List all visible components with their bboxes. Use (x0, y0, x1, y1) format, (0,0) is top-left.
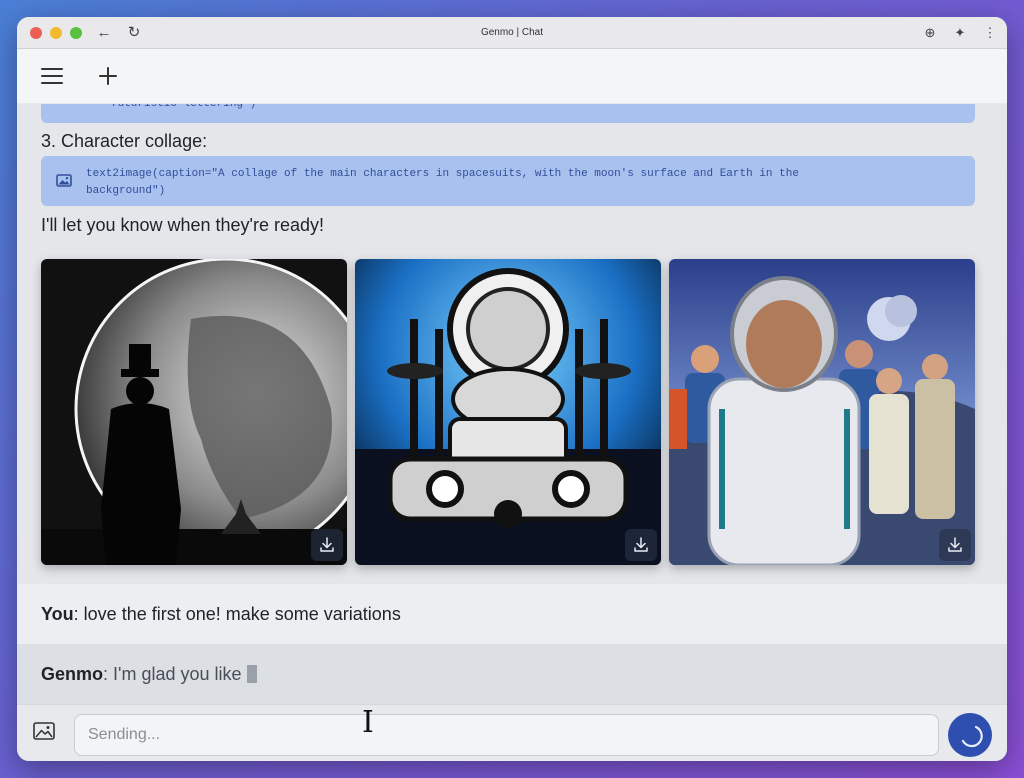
message-speaker: Genmo (41, 663, 104, 684)
app-header (17, 49, 1007, 104)
generated-image-1[interactable] (41, 259, 347, 565)
image-icon (41, 156, 86, 187)
generated-image-3[interactable] (669, 259, 975, 565)
title-bar: ← ↻ Genmo | Chat ⊕ ✦ ⋮ (17, 17, 1007, 49)
assistant-text: I'll let you know when they're ready! (41, 215, 325, 235)
hamburger-icon[interactable] (41, 68, 63, 84)
download-icon (948, 537, 962, 552)
reload-icon[interactable]: ↻ (126, 24, 142, 41)
browser-window: ← ↻ Genmo | Chat ⊕ ✦ ⋮ futuristic letter… (17, 17, 1007, 761)
send-button[interactable] (948, 713, 992, 757)
toolbar-right: ⊕ ✦ ⋮ (923, 25, 997, 41)
user-message: You : love the first one! make some vari… (17, 584, 1007, 644)
download-button[interactable] (311, 529, 343, 561)
more-options-icon[interactable]: ⋮ (983, 25, 997, 41)
message-text: : I'm glad you like (103, 663, 242, 684)
plus-icon[interactable] (99, 67, 117, 85)
code-block: text2image(caption="A collage of the mai… (41, 156, 975, 206)
zoom-icon[interactable]: ⊕ (923, 25, 937, 41)
assistant-message: Genmo : I'm glad you like (17, 644, 1007, 704)
code-text: text2image(caption="A collage of the mai… (86, 168, 799, 197)
image-gallery (41, 259, 975, 565)
maximize-window-button[interactable] (70, 26, 82, 39)
close-window-button[interactable] (30, 26, 42, 39)
chat-content: futuristic lettering") 3. Character coll… (17, 104, 1007, 704)
text-cursor-icon: I (362, 705, 374, 740)
generated-image-2[interactable] (355, 259, 661, 565)
typing-cursor (246, 665, 257, 683)
input-bar (17, 704, 1007, 761)
chat-input[interactable] (74, 714, 939, 756)
download-icon (634, 537, 648, 552)
message-speaker: You (41, 603, 74, 624)
download-button[interactable] (939, 529, 971, 561)
loading-spinner-icon (961, 725, 983, 748)
download-button[interactable] (625, 529, 657, 561)
previous-code-block: futuristic lettering") (41, 104, 975, 123)
back-arrow-icon[interactable]: ← (96, 24, 112, 41)
download-icon (320, 537, 334, 552)
message-text: : love the first one! make some variatio… (73, 603, 401, 624)
window-title: Genmo | Chat (480, 27, 544, 38)
extensions-icon[interactable]: ✦ (953, 25, 967, 41)
image-upload-icon[interactable] (33, 722, 55, 745)
window-controls (30, 26, 82, 39)
minimize-window-button[interactable] (50, 26, 62, 39)
section-label: 3. Character collage: (41, 131, 208, 151)
